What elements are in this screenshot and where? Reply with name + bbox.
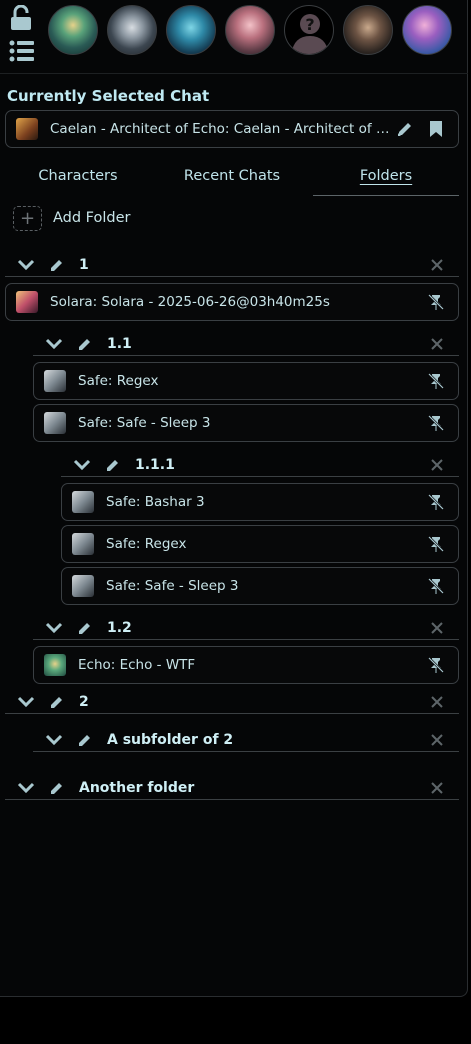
chevron-down-icon[interactable] <box>45 622 63 634</box>
chevron-down-icon[interactable] <box>17 696 35 708</box>
chat-thumbnail <box>44 412 66 434</box>
bookmark-icon[interactable] <box>428 120 444 138</box>
folder-name: 1.1 <box>107 335 132 352</box>
chevron-down-icon[interactable] <box>45 734 63 746</box>
chat-thumbnail <box>72 575 94 597</box>
top-toolbar: ? <box>0 0 468 74</box>
chat-label: Safe: Regex <box>106 536 187 552</box>
folder-header[interactable]: 1.1 <box>33 332 459 356</box>
chat-label: Safe: Safe - Sleep 3 <box>78 415 211 431</box>
pencil-icon[interactable] <box>49 780 65 796</box>
chat-label: Safe: Regex <box>78 373 159 389</box>
chat-thumbnail <box>16 291 38 313</box>
folder-name: 1.2 <box>107 619 132 636</box>
folder-name: Another folder <box>79 779 195 796</box>
avatar[interactable] <box>225 5 275 55</box>
close-icon[interactable] <box>431 458 443 471</box>
avatar[interactable] <box>343 5 393 55</box>
chat-entry[interactable]: Safe: Regex <box>61 525 459 563</box>
close-icon[interactable] <box>431 733 443 746</box>
folder-name: 1 <box>79 256 89 273</box>
avatar[interactable] <box>402 5 452 55</box>
unpin-icon[interactable] <box>427 656 445 674</box>
chat-thumbnail <box>44 370 66 392</box>
chat-thumbnail <box>44 654 66 676</box>
chevron-down-icon[interactable] <box>17 259 35 271</box>
tab-recent-chats[interactable]: Recent Chats <box>162 168 302 190</box>
folder-name: A subfolder of 2 <box>107 731 234 748</box>
pencil-icon[interactable] <box>77 336 93 352</box>
pencil-icon[interactable] <box>396 120 414 138</box>
chat-entry[interactable]: Solara: Solara - 2025-06-26@03h40m25s <box>5 283 459 321</box>
plus-icon: + <box>13 205 42 231</box>
chat-entry[interactable]: Safe: Bashar 3 <box>61 483 459 521</box>
chevron-down-icon[interactable] <box>45 338 63 350</box>
list-menu-icon[interactable] <box>9 40 35 62</box>
section-title: Currently Selected Chat <box>7 87 210 105</box>
folder-header[interactable]: 1.2 <box>33 616 459 640</box>
avatar[interactable] <box>48 5 98 55</box>
unpin-icon[interactable] <box>427 414 445 432</box>
close-icon[interactable] <box>431 695 443 708</box>
folder-name: 1.1.1 <box>135 456 175 473</box>
pencil-icon[interactable] <box>77 732 93 748</box>
add-folder-label: Add Folder <box>53 210 131 226</box>
chat-entry[interactable]: Echo: Echo - WTF <box>33 646 459 684</box>
add-folder-button[interactable]: + Add Folder <box>13 205 131 231</box>
chat-entry[interactable]: Safe: Regex <box>33 362 459 400</box>
question-silhouette-icon: ? <box>291 14 329 54</box>
pencil-icon[interactable] <box>105 457 121 473</box>
pencil-icon[interactable] <box>77 620 93 636</box>
chevron-down-icon[interactable] <box>73 459 91 471</box>
chat-thumbnail <box>72 491 94 513</box>
folder-header[interactable]: Another folder <box>5 776 459 800</box>
folder-header[interactable]: 2 <box>5 690 459 714</box>
avatar[interactable] <box>107 5 157 55</box>
selected-chat-card[interactable]: Caelan - Architect of Echo: Caelan - Arc… <box>5 110 459 148</box>
close-icon[interactable] <box>431 781 443 794</box>
unlocked-padlock-icon[interactable] <box>10 5 32 31</box>
chat-entry[interactable]: Safe: Safe - Sleep 3 <box>33 404 459 442</box>
selected-chat-label: Caelan - Architect of Echo: Caelan - Arc… <box>50 121 396 137</box>
pencil-icon[interactable] <box>49 694 65 710</box>
chevron-down-icon[interactable] <box>17 782 35 794</box>
chat-label: Solara: Solara - 2025-06-26@03h40m25s <box>50 294 330 310</box>
folder-name: 2 <box>79 693 89 710</box>
chat-entry[interactable]: Safe: Safe - Sleep 3 <box>61 567 459 605</box>
tab-characters[interactable]: Characters <box>14 168 142 190</box>
tab-folders[interactable]: Folders <box>313 168 459 190</box>
unpin-icon[interactable] <box>427 372 445 390</box>
close-icon[interactable] <box>431 337 443 350</box>
chat-label: Safe: Bashar 3 <box>106 494 205 510</box>
active-tab-indicator <box>313 195 459 196</box>
unpin-icon[interactable] <box>427 577 445 595</box>
unpin-icon[interactable] <box>427 493 445 511</box>
chat-label: Echo: Echo - WTF <box>78 657 196 673</box>
unpin-icon[interactable] <box>427 535 445 553</box>
svg-text:?: ? <box>305 15 314 34</box>
close-icon[interactable] <box>431 258 443 271</box>
chat-thumbnail <box>72 533 94 555</box>
close-icon[interactable] <box>431 621 443 634</box>
folder-header[interactable]: A subfolder of 2 <box>33 728 459 752</box>
chat-thumbnail <box>16 118 38 140</box>
chat-folders-panel: ? Currently Selected Chat Caelan - Archi… <box>0 0 468 997</box>
unpin-icon[interactable] <box>427 293 445 311</box>
avatar[interactable] <box>166 5 216 55</box>
chat-label: Safe: Safe - Sleep 3 <box>106 578 239 594</box>
folder-header[interactable]: 1 <box>5 253 459 277</box>
pencil-icon[interactable] <box>49 257 65 273</box>
folder-header[interactable]: 1.1.1 <box>61 453 459 477</box>
avatar[interactable]: ? <box>284 5 334 55</box>
